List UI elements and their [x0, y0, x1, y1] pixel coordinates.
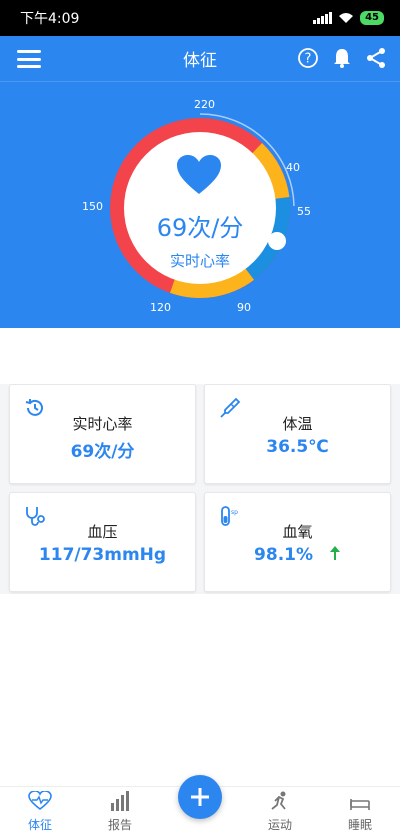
- nav-item-exercise[interactable]: 运动: [250, 791, 310, 832]
- card-blood-oxygen[interactable]: sp 血氧 98.1%: [204, 492, 391, 592]
- calibration-settings-button[interactable]: 血压/血糖校准设置: [0, 341, 400, 365]
- vitals-cards: 实时心率 69次/分 体温 36.5℃ 血压 117/73mmHg sp 血氧 …: [0, 384, 400, 594]
- svg-text:sp: sp: [231, 509, 238, 516]
- card-value: 98.1%: [205, 545, 390, 565]
- card-title: 血压: [87, 523, 118, 541]
- add-button[interactable]: [178, 775, 222, 819]
- gauge-tick-220: 220: [194, 98, 215, 111]
- heartbeat-icon: [28, 790, 52, 811]
- wifi-icon: [339, 13, 354, 23]
- gauge-tick-120: 120: [150, 301, 171, 314]
- calibration-label: 血压/血糖校准设置: [148, 345, 282, 364]
- card-heart-rate[interactable]: 实时心率 69次/分: [9, 384, 196, 484]
- gauge-tick-40: 40: [286, 161, 300, 174]
- status-time: 下午4:09: [20, 11, 80, 27]
- card-title: 实时心率: [72, 415, 133, 433]
- battery-indicator: 45: [360, 11, 384, 25]
- blood-oxygen-value: 98.1%: [254, 545, 314, 565]
- card-value: 117/73mmHg: [38, 545, 167, 565]
- nav-label: 报告: [107, 818, 132, 832]
- target-icon: [118, 341, 143, 365]
- arrow-up-icon: [329, 546, 340, 560]
- status-bar: 下午4:09 45: [0, 0, 400, 36]
- card-title: 体温: [282, 415, 313, 433]
- vitals-header: 体征 ? 220 40 55 150 120 90 69次/分 实时心率 血压/…: [0, 36, 400, 365]
- nav-item-report[interactable]: 报告: [90, 791, 150, 832]
- plus-icon: [191, 788, 209, 806]
- card-title: 血氧: [282, 523, 313, 541]
- card-value: 36.5℃: [266, 437, 329, 457]
- status-icons: 45: [313, 11, 384, 25]
- cell-signal-icon: [313, 12, 333, 24]
- card-temperature[interactable]: 体温 36.5℃: [204, 384, 391, 484]
- nav-item-sleep[interactable]: 睡眠: [330, 791, 390, 832]
- gauge-tick-90: 90: [237, 301, 251, 314]
- heart-rate-value: 69次/分: [156, 214, 244, 242]
- heart-rate-label: 实时心率: [169, 252, 230, 270]
- nav-label: 睡眠: [347, 818, 372, 832]
- nav-label: 体征: [27, 818, 52, 832]
- chart-icon: [111, 791, 129, 811]
- sleep-icon: [350, 799, 370, 810]
- heart-icon: [176, 154, 222, 196]
- nav-label: 运动: [267, 818, 292, 832]
- card-blood-pressure[interactable]: 血压 117/73mmHg: [9, 492, 196, 592]
- nav-item-vitals[interactable]: 体征: [10, 790, 70, 832]
- run-icon: [271, 791, 286, 810]
- card-value: 69次/分: [70, 442, 135, 462]
